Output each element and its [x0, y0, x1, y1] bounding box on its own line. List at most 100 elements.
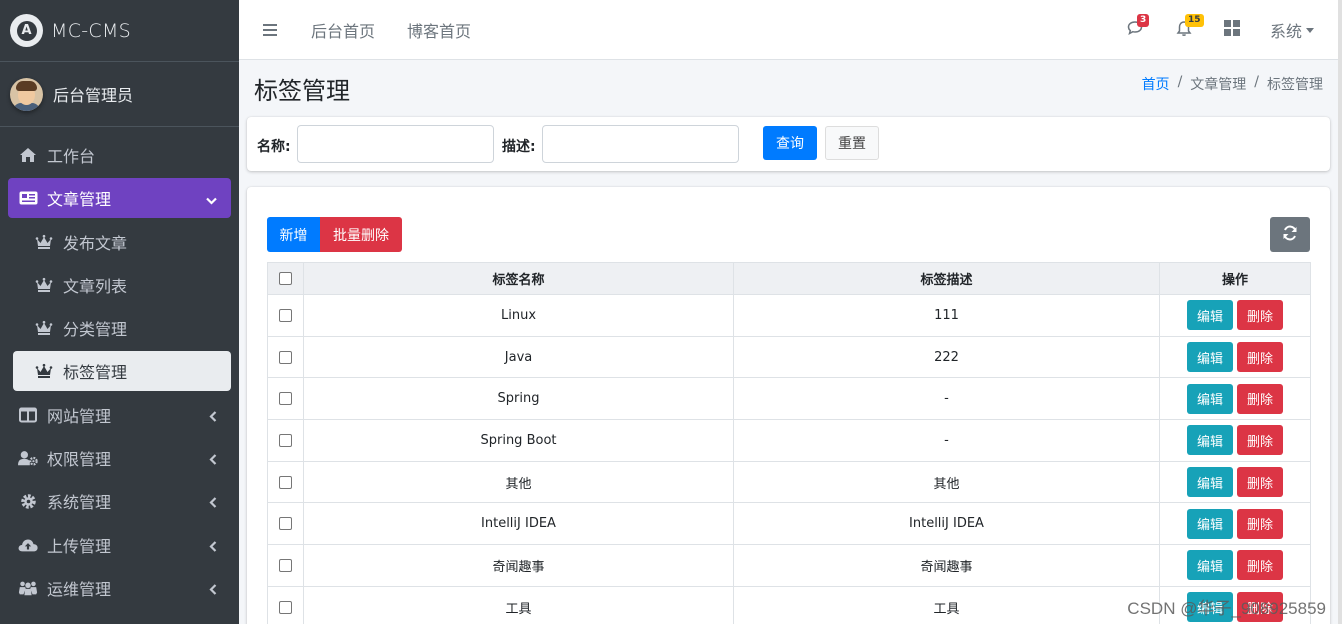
chevron-left-icon: [209, 407, 217, 426]
user-panel[interactable]: 后台管理员: [0, 62, 239, 127]
sidebar-item-permissions[interactable]: 权限管理: [8, 438, 231, 478]
messages-badge: 3: [1136, 14, 1150, 27]
refresh-icon: [1282, 225, 1298, 245]
sidebar-item-label: 上传管理: [47, 536, 112, 556]
admin-home-link[interactable]: 后台首页: [311, 18, 375, 42]
row-checkbox[interactable]: [279, 350, 292, 364]
edit-button[interactable]: 编辑: [1187, 425, 1233, 456]
edit-button[interactable]: 编辑: [1187, 508, 1233, 539]
sidebar: A MC-CMS 后台管理员 工作台 文章管理 发布文章 文章列表 分类管理 标…: [0, 0, 239, 624]
sidebar-item-system[interactable]: 系统管理: [8, 481, 231, 521]
avatar: [10, 77, 43, 111]
apps-button[interactable]: [1222, 20, 1242, 40]
chevron-down-icon: [206, 190, 217, 209]
sidebar-item-label: 文章管理: [47, 190, 112, 210]
sidebar-item-label: 运维管理: [47, 579, 112, 599]
breadcrumb-item: 文章管理: [1190, 77, 1247, 93]
chevron-left-icon: [209, 580, 217, 599]
edit-button[interactable]: 编辑: [1187, 467, 1233, 498]
delete-button[interactable]: 删除: [1237, 342, 1283, 373]
row-checkbox[interactable]: [279, 308, 292, 322]
newspaper-icon: [18, 188, 38, 208]
delete-button[interactable]: 删除: [1237, 383, 1283, 414]
notifications-badge: 15: [1184, 14, 1204, 27]
row-checkbox[interactable]: [279, 600, 292, 614]
query-button[interactable]: 查询: [763, 126, 817, 160]
row-checkbox[interactable]: [279, 475, 292, 489]
sidebar-item-ops[interactable]: 运维管理: [8, 568, 231, 608]
tag-desc-cell: 222: [733, 335, 1160, 379]
system-dropdown[interactable]: 系统: [1270, 18, 1314, 42]
column-header: 操作: [1159, 262, 1311, 295]
row-checkbox[interactable]: [279, 433, 292, 447]
notifications-button[interactable]: 15: [1174, 14, 1204, 40]
tag-name-cell: Linux: [303, 294, 734, 337]
row-checkbox[interactable]: [279, 558, 292, 572]
tag-name-cell: IntelliJ IDEA: [303, 502, 734, 546]
edit-button[interactable]: 编辑: [1187, 300, 1233, 331]
sidebar-item-articles[interactable]: 文章管理: [8, 178, 231, 219]
sidebar-item-label: 工作台: [47, 147, 96, 166]
delete-button[interactable]: 删除: [1237, 300, 1283, 331]
blog-home-link[interactable]: 博客首页: [407, 18, 471, 42]
column-header[interactable]: 标签名称: [303, 262, 734, 295]
tag-desc-cell: -: [733, 377, 1160, 421]
tag-name-cell: 其他: [303, 460, 734, 504]
delete-button[interactable]: 删除: [1237, 425, 1283, 456]
tag-name-cell: 奇闻趣事: [303, 544, 734, 587]
messages-button[interactable]: 3: [1126, 14, 1150, 40]
tag-desc-cell: 工具: [733, 585, 1160, 624]
user-cog-icon: [18, 448, 38, 468]
sidebar-item-tags[interactable]: 标签管理: [13, 351, 231, 392]
brand-logo-icon: A: [10, 14, 43, 47]
name-input[interactable]: [297, 125, 494, 163]
tag-table: 标签名称 标签描述 操作 Linux 111 编辑 删除 Java 222 编辑删…: [267, 262, 1311, 624]
tag-name-cell: Spring Boot: [303, 419, 734, 462]
sidebar-item-label: 发布文章: [63, 233, 128, 253]
sidebar-item-uploads[interactable]: 上传管理: [8, 525, 231, 565]
sidebar-item-workbench[interactable]: 工作台: [8, 135, 231, 175]
columns-icon: [18, 405, 38, 425]
description-input[interactable]: [542, 125, 739, 163]
sidebar-item-label: 标签管理: [63, 363, 128, 383]
column-header[interactable]: 标签描述: [733, 262, 1160, 295]
delete-button[interactable]: 删除: [1237, 592, 1283, 623]
description-label: 描述:: [502, 139, 536, 155]
tag-name-cell: Spring: [303, 377, 734, 421]
chevron-left-icon: [209, 493, 217, 512]
table-row: Spring - 编辑 删除: [267, 377, 1311, 421]
table-row: Java 222 编辑 删除: [267, 335, 1311, 379]
edit-button[interactable]: 编辑: [1187, 550, 1233, 581]
brand-logo-letter: A: [16, 20, 37, 41]
delete-button[interactable]: 删除: [1237, 550, 1283, 581]
breadcrumb-home[interactable]: 首页: [1142, 74, 1170, 94]
edit-button[interactable]: 编辑: [1187, 592, 1233, 623]
edit-button[interactable]: 编辑: [1187, 342, 1233, 373]
add-button[interactable]: 新增: [267, 217, 320, 252]
select-all-checkbox[interactable]: [279, 272, 292, 285]
sidebar-item-publish-article[interactable]: 发布文章: [8, 222, 231, 262]
edit-button[interactable]: 编辑: [1187, 383, 1233, 414]
row-checkbox[interactable]: [279, 517, 292, 531]
tag-desc-cell: 111: [733, 294, 1160, 337]
brand-link[interactable]: A MC-CMS: [0, 0, 239, 62]
delete-button[interactable]: 删除: [1237, 467, 1283, 498]
menu-toggle-icon[interactable]: [263, 21, 285, 39]
refresh-button[interactable]: [1270, 217, 1310, 252]
batch-delete-button[interactable]: 批量删除: [320, 217, 402, 252]
search-form: 名称: 描述: 查询 重置: [247, 117, 1330, 171]
sidebar-item-categories[interactable]: 分类管理: [8, 308, 231, 348]
sidebar-item-website[interactable]: 网站管理: [8, 395, 231, 435]
tag-desc-cell: -: [733, 419, 1160, 462]
row-checkbox[interactable]: [279, 392, 292, 406]
breadcrumb: 首页 / 文章管理 / 标签管理: [1141, 74, 1323, 94]
delete-button[interactable]: 删除: [1237, 508, 1283, 539]
scrollbar[interactable]: [1338, 0, 1342, 624]
sidebar-item-article-list[interactable]: 文章列表: [8, 265, 231, 305]
user-name: 后台管理员: [53, 86, 134, 105]
table-row: 奇闻趣事 奇闻趣事 编辑 删除: [267, 544, 1311, 587]
tag-desc-cell: 其他: [733, 460, 1160, 504]
reset-button[interactable]: 重置: [825, 126, 879, 160]
grid-icon: [1223, 20, 1240, 40]
caret-down-icon: [1306, 27, 1314, 33]
